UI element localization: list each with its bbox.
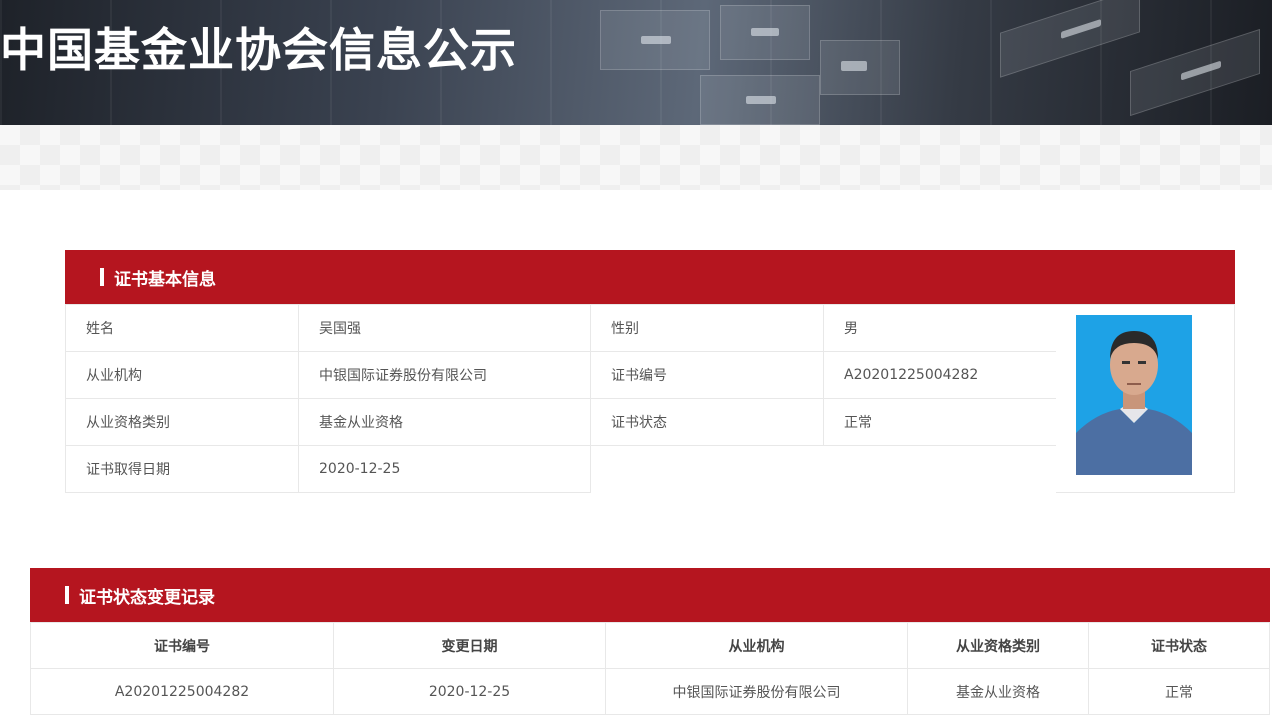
- row-qualification: 基金从业资格: [907, 668, 1089, 715]
- status-records-heading: 证书状态变更记录: [79, 587, 215, 608]
- org-value: 中银国际证券股份有限公司: [298, 351, 591, 399]
- date-value: 2020-12-25: [298, 445, 591, 493]
- org-label: 从业机构: [65, 351, 299, 399]
- id-photo: [1076, 315, 1192, 475]
- gender-value: 男: [823, 304, 1057, 352]
- cert-no-label: 证书编号: [590, 351, 824, 399]
- banner-decoration: [1000, 0, 1140, 78]
- col-qualification: 从业资格类别: [907, 622, 1089, 669]
- empty-cell: [590, 445, 1057, 493]
- table-row: A20201225004282 2020-12-25 中银国际证券股份有限公司 …: [30, 668, 1270, 715]
- col-status: 证书状态: [1088, 622, 1270, 669]
- status-records-table: 证书编号 变更日期 从业机构 从业资格类别 证书状态 A202012250042…: [30, 622, 1270, 715]
- status-label: 证书状态: [590, 398, 824, 446]
- status-value: 正常: [823, 398, 1057, 446]
- gender-label: 性别: [590, 304, 824, 352]
- photo-cell: [1056, 304, 1235, 493]
- name-label: 姓名: [65, 304, 299, 352]
- heading-bar-icon: [100, 268, 104, 286]
- qualification-label: 从业资格类别: [65, 398, 299, 446]
- header-banner: 中国基金业协会信息公示: [0, 0, 1272, 125]
- date-label: 证书取得日期: [65, 445, 299, 493]
- cert-no-value: A20201225004282: [823, 351, 1057, 399]
- col-cert-no: 证书编号: [30, 622, 334, 669]
- col-change-date: 变更日期: [333, 622, 606, 669]
- name-value: 吴国强: [298, 304, 591, 352]
- banner-texture: [0, 125, 1272, 190]
- banner-decoration: [600, 10, 710, 70]
- banner-decoration: [720, 5, 810, 60]
- basic-info-heading: 证书基本信息: [114, 269, 216, 290]
- col-org: 从业机构: [605, 622, 908, 669]
- qualification-value: 基金从业资格: [298, 398, 591, 446]
- row-change-date: 2020-12-25: [333, 668, 606, 715]
- site-title: 中国基金业协会信息公示: [0, 23, 517, 77]
- banner-decoration: [700, 75, 820, 125]
- banner-decoration: [1130, 28, 1260, 117]
- basic-info-header: 证书基本信息: [65, 250, 1235, 304]
- basic-info-table: 姓名 吴国强 性别 男 从业机构 中银国际证券股份有限公司 证书编号 A2020…: [65, 304, 1057, 493]
- heading-bar-icon: [65, 586, 69, 604]
- row-org: 中银国际证券股份有限公司: [605, 668, 908, 715]
- banner-decoration: [820, 40, 900, 95]
- row-cert-no: A20201225004282: [30, 668, 334, 715]
- person-photo-icon: [1076, 315, 1192, 475]
- status-records-header: 证书状态变更记录: [30, 568, 1270, 622]
- row-status: 正常: [1088, 668, 1270, 715]
